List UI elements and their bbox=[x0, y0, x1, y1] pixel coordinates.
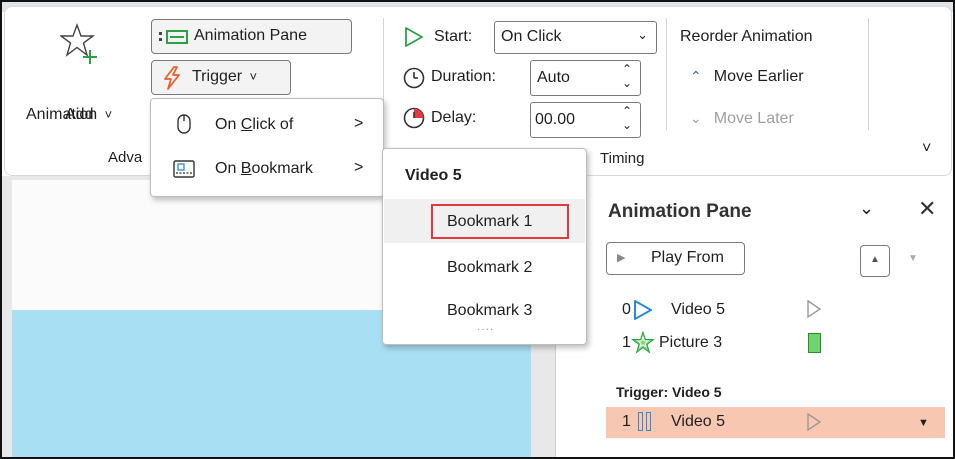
start-value: On Click bbox=[501, 28, 562, 45]
animation-item-index: 0 bbox=[622, 301, 631, 318]
play-from-label: Play From bbox=[651, 249, 724, 266]
move-later-button[interactable]: ⌄ Move Later bbox=[690, 110, 794, 128]
reorder-title: Reorder Animation bbox=[680, 28, 813, 45]
menu-label-rest: lick of bbox=[252, 116, 294, 133]
delay-spinner[interactable]: 00.00 ⌃ ⌄ bbox=[530, 102, 641, 138]
bookmark-item-3[interactable]: Bookmark 3 bbox=[447, 302, 532, 320]
triangle-down-icon: ▼ bbox=[908, 253, 918, 264]
duration-label: Duration: bbox=[431, 68, 496, 85]
resize-grip[interactable]: .... bbox=[477, 319, 494, 333]
clock-icon bbox=[403, 67, 425, 89]
menu-item-label: On Click of bbox=[215, 116, 293, 134]
menu-item-on-bookmark[interactable]: On Bookmark > bbox=[151, 150, 383, 190]
chevron-right-icon: > bbox=[354, 115, 364, 132]
add-animation-line2[interactable]: Animation ˅ bbox=[26, 106, 112, 124]
selected-trigger-row[interactable] bbox=[606, 407, 945, 438]
play-outline-icon bbox=[807, 299, 822, 319]
separator bbox=[666, 18, 667, 130]
animation-pane-title: Animation Pane bbox=[608, 201, 752, 222]
chevron-up-icon: ⌃ bbox=[690, 68, 702, 84]
menu-label-prefix: On bbox=[215, 116, 241, 133]
animation-pane-icon bbox=[159, 30, 188, 44]
animation-item-name[interactable]: Video 5 bbox=[671, 413, 725, 431]
bookmark-icon bbox=[173, 160, 195, 178]
animation-pane: Animation Pane ⌄ ✕ ▶ Play From ▲ ▼ 0 Vid… bbox=[555, 176, 953, 457]
triangle-up-icon: ▲ bbox=[870, 254, 880, 265]
play-from-button[interactable]: ▶ Play From bbox=[606, 242, 745, 275]
chevron-down-icon: ⌄ bbox=[637, 27, 648, 42]
close-icon[interactable]: ✕ bbox=[918, 196, 936, 222]
move-down-button[interactable]: ▼ bbox=[899, 245, 929, 277]
spin-arrows-icon: ⌃ ⌄ bbox=[621, 62, 632, 90]
animation-item-index: 1 bbox=[622, 334, 631, 351]
animation-pane-button[interactable]: Animation Pane bbox=[151, 19, 352, 54]
play-icon: ▶ bbox=[617, 252, 626, 264]
trigger-label: Trigger: Video 5 bbox=[616, 384, 722, 400]
menu-label-prefix: On bbox=[215, 160, 241, 177]
pause-bars-icon bbox=[636, 412, 654, 432]
ribbon-expand-chevron-icon[interactable]: ˅ bbox=[922, 140, 931, 158]
window: Add Add Animation ˅ Animation Pane Trigg… bbox=[0, 0, 955, 459]
star-add-icon bbox=[60, 22, 97, 64]
pane-dropdown-chevron-icon[interactable]: ⌄ bbox=[859, 198, 874, 219]
chevron-down-icon: ⌄ bbox=[690, 110, 702, 126]
timeline-bar bbox=[808, 333, 821, 353]
play-icon bbox=[634, 300, 652, 320]
move-earlier-button[interactable]: ⌃ Move Earlier bbox=[690, 68, 804, 86]
animation-item-index: 1 bbox=[622, 413, 631, 430]
animation-item-name[interactable]: Picture 3 bbox=[659, 334, 722, 352]
menu-label-accesskey: B bbox=[240, 160, 252, 177]
trigger-text: Trigger bbox=[192, 68, 243, 85]
bookmark-submenu: Video 5 Bookmark 1 Bookmark 2 Bookmark 3… bbox=[382, 148, 587, 345]
menu-label-accesskey: C bbox=[240, 116, 253, 133]
move-up-button[interactable]: ▲ bbox=[860, 245, 890, 277]
chevron-down-icon: ˅ bbox=[104, 107, 113, 122]
lightning-icon bbox=[164, 66, 180, 90]
add-animation-text: Animation bbox=[26, 106, 98, 123]
trigger-button[interactable]: Trigger ˅ bbox=[151, 60, 291, 95]
animation-pane-label: Animation Pane bbox=[194, 27, 307, 44]
menu-item-on-click-of[interactable]: On Click of > bbox=[151, 104, 383, 144]
menu-item-label: On Bookmark bbox=[215, 160, 313, 178]
play-outline-icon bbox=[807, 412, 822, 432]
group-label-timing: Timing bbox=[600, 150, 645, 167]
move-later-label: Move Later bbox=[713, 110, 794, 127]
star-burst-icon bbox=[631, 331, 655, 354]
start-label: Start: bbox=[434, 28, 473, 45]
submenu-header: Video 5 bbox=[405, 167, 462, 184]
trigger-label: Trigger ˅ bbox=[192, 68, 257, 86]
delay-value: 00.00 bbox=[535, 111, 576, 128]
bookmark-item-2[interactable]: Bookmark 2 bbox=[447, 259, 532, 277]
move-earlier-label: Move Earlier bbox=[713, 68, 804, 85]
bookmark-label: Bookmark 1 bbox=[447, 213, 533, 230]
group-label-advanced: Adva bbox=[108, 149, 143, 166]
delay-clock-icon bbox=[403, 107, 425, 129]
animation-item-name[interactable]: Video 5 bbox=[671, 301, 725, 319]
chevron-down-icon: ˅ bbox=[249, 69, 258, 84]
spin-arrows-icon: ⌃ ⌄ bbox=[621, 104, 632, 132]
chevron-right-icon: > bbox=[354, 159, 364, 176]
trigger-menu: On Click of > On Bookmark > bbox=[150, 98, 384, 197]
bookmark-item-1[interactable]: Bookmark 1 bbox=[431, 204, 569, 239]
separator bbox=[868, 18, 869, 130]
duration-value: Auto bbox=[537, 69, 570, 86]
menu-label-rest: ookmark bbox=[251, 160, 313, 177]
start-select[interactable]: On Click ⌄ bbox=[494, 21, 657, 54]
start-play-icon bbox=[405, 27, 423, 47]
delay-label: Delay: bbox=[431, 109, 477, 126]
row-dropdown-icon[interactable]: ▼ bbox=[918, 417, 929, 429]
duration-spinner[interactable]: Auto ⌃ ⌄ bbox=[530, 60, 641, 96]
mouse-icon bbox=[177, 114, 191, 134]
